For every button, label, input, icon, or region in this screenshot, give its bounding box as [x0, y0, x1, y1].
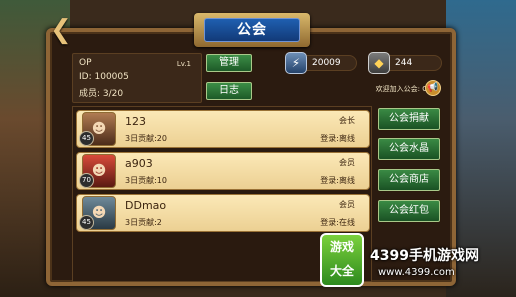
member-login: 登录:离线 [320, 134, 355, 143]
member-role: 会长 [339, 116, 355, 125]
member-contribution: 3日贡献:10 [125, 176, 167, 185]
gold-resource: ◆ 244 [368, 52, 442, 74]
guild-members: 成员: 3/20 [79, 89, 124, 99]
member-contribution: 3日贡献:20 [125, 134, 167, 143]
member-contribution: 3日贡献:2 [125, 218, 162, 227]
member-login: 登录:在线 [320, 218, 355, 227]
lightning-shield-icon: ⚡ [285, 52, 307, 74]
member-role: 会员 [339, 200, 355, 209]
member-name: 123 [125, 115, 146, 128]
guild-name: OP [79, 58, 92, 68]
watermark-site-url: www.4399.com [378, 267, 455, 278]
horn-icon[interactable]: 📢 [425, 80, 441, 96]
energy-value: 20009 [312, 58, 341, 68]
guild-id: ID: 100005 [79, 72, 129, 82]
member-login: 登录:离线 [320, 176, 355, 185]
guild-crystal-button[interactable]: 公会水晶 [378, 138, 440, 160]
welcome-message: 欢迎加入公会: OP [375, 85, 432, 93]
watermark-logo: 游戏 大全 [320, 233, 364, 287]
watermark-site-name: 4399手机游戏网 [370, 248, 479, 264]
log-button[interactable]: 日志 [206, 82, 252, 100]
page-title: 公会 [204, 18, 300, 42]
member-row[interactable]: ☻ 45 123 3日贡献:20 会长 登录:离线 [76, 110, 370, 148]
title-plate: 公会 [194, 13, 310, 47]
member-level: 45 [79, 215, 94, 230]
member-role: 会员 [339, 158, 355, 167]
member-level: 45 [79, 131, 94, 146]
gold-shield-icon: ◆ [368, 52, 390, 74]
member-name: DDmao [125, 199, 167, 212]
member-row[interactable]: ☻ 45 DDmao 3日贡献:2 会员 登录:在线 [76, 194, 370, 232]
member-row[interactable]: ☻ 70 a903 3日贡献:10 会员 登录:离线 [76, 152, 370, 190]
member-level: 70 [79, 173, 94, 188]
guild-shop-button[interactable]: 公会商店 [378, 169, 440, 191]
member-name: a903 [125, 157, 153, 170]
guild-donate-button[interactable]: 公会捐献 [378, 108, 440, 130]
guild-red-packet-button[interactable]: 公会红包 [378, 200, 440, 222]
gold-value: 244 [395, 58, 413, 68]
guild-info: OP Lv.1 ID: 100005 成员: 3/20 [72, 53, 202, 103]
energy-resource: ⚡ 20009 [285, 52, 357, 74]
back-arrow-icon[interactable]: ❮ [50, 17, 84, 43]
manage-button[interactable]: 管理 [206, 54, 252, 72]
guild-level: Lv.1 [176, 60, 191, 68]
